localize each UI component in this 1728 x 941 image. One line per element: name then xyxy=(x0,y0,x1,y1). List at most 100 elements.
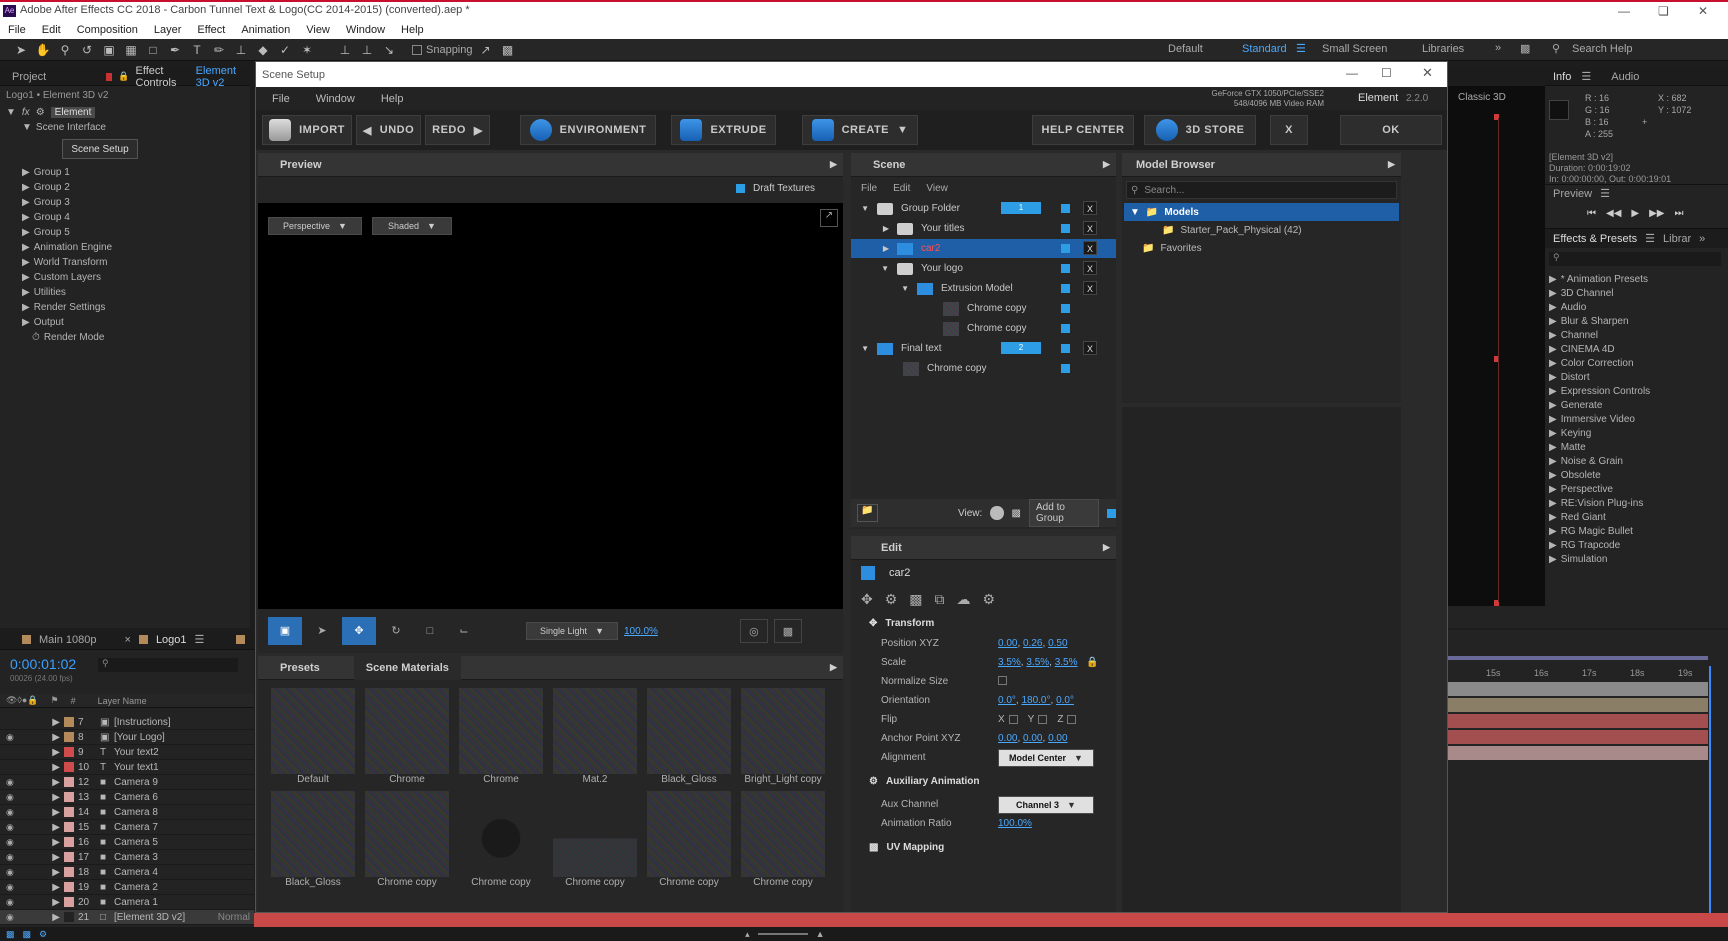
delete-item-icon[interactable]: X xyxy=(1083,241,1097,255)
scene-tree-item[interactable]: ▼ Extrusion Model X xyxy=(851,279,1116,299)
type-tool-icon[interactable]: T xyxy=(188,42,206,58)
first-frame-icon[interactable]: ⏮ xyxy=(1587,208,1596,219)
renderer-label[interactable]: Classic 3D xyxy=(1458,92,1506,103)
effect-group-item[interactable]: ▶ Animation Engine xyxy=(0,240,250,255)
group-number-dropdown[interactable]: 1 xyxy=(1001,202,1041,214)
effect-name[interactable]: Element xyxy=(50,107,96,118)
effect-category-item[interactable]: ▶ Generate xyxy=(1549,398,1724,412)
layer-row[interactable]: ◉ ▶ 8 ▣ [Your Logo] xyxy=(0,730,254,745)
layer-row[interactable]: ◉ ▶ 12 ■ Camera 9 xyxy=(0,775,254,790)
effect-category-item[interactable]: ▶ 3D Channel xyxy=(1549,286,1724,300)
material-preset[interactable]: Default xyxy=(266,688,360,785)
favorites-folder[interactable]: Favorites xyxy=(1160,243,1201,254)
eye-icon[interactable]: ◉ xyxy=(6,897,16,908)
snap-icon[interactable]: ↗ xyxy=(477,42,495,58)
layout-icon[interactable]: ▩ xyxy=(1520,42,1530,55)
workspace-menu-icon[interactable]: ☰ xyxy=(1296,42,1306,55)
scene-menu-file[interactable]: File xyxy=(861,183,877,194)
aux-channel-dropdown[interactable]: Channel 3 ▼ xyxy=(998,796,1094,814)
view-mode-dropdown[interactable]: Perspective ▼ xyxy=(268,217,362,235)
effect-category-item[interactable]: ▶ Red Giant xyxy=(1549,510,1724,524)
layer-search-input[interactable]: ⚲ xyxy=(98,658,238,672)
expand-arrow-icon[interactable]: ▶ xyxy=(1549,554,1557,565)
hand-tool-icon[interactable]: ✋ xyxy=(34,42,52,58)
expand-arrow-icon[interactable]: ▶ xyxy=(1549,540,1557,551)
visibility-checkbox[interactable] xyxy=(1061,244,1070,253)
expand-arrow-icon[interactable]: ▶ xyxy=(1549,498,1557,509)
view-texture-icon[interactable]: ▩ xyxy=(1012,508,1021,519)
effects-search-input[interactable]: ⚲ xyxy=(1549,252,1721,266)
menu-effect[interactable]: Effect xyxy=(197,24,225,36)
material-preset[interactable]: Chrome copy xyxy=(736,791,830,888)
panel-menu-icon[interactable]: ☰ xyxy=(195,633,205,646)
layer-name[interactable]: [Element 3D v2] xyxy=(114,912,185,923)
animation-ratio-value[interactable]: 100.0% xyxy=(998,818,1032,829)
models-folder[interactable]: Models xyxy=(1164,207,1198,218)
expand-arrow-icon[interactable]: ▶ xyxy=(1549,316,1557,327)
search-help-input[interactable]: Search Help xyxy=(1572,43,1633,55)
add-to-group-button[interactable]: Add to Group xyxy=(1029,499,1100,527)
close-icon[interactable]: ✕ xyxy=(1698,4,1708,18)
expand-arrow-icon[interactable]: ▶ xyxy=(16,837,60,848)
expand-arrow-icon[interactable]: ▶ xyxy=(22,242,30,253)
panel-menu-icon[interactable]: ☰ xyxy=(1581,70,1591,83)
lock-icon[interactable]: 🔒 xyxy=(118,71,129,82)
starter-pack-folder[interactable]: Starter_Pack_Physical (42) xyxy=(1180,225,1301,236)
expand-arrow-icon[interactable]: ▶ xyxy=(1549,512,1557,523)
flip-z-checkbox[interactable] xyxy=(1067,715,1077,724)
effect-category-item[interactable]: ▶ Matte xyxy=(1549,440,1724,454)
position-z[interactable]: 0.50 xyxy=(1048,638,1067,649)
tab-logo1[interactable]: Logo1 xyxy=(156,634,187,646)
expand-arrow-icon[interactable]: ▶ xyxy=(16,762,60,773)
zoom-tool-icon[interactable]: ⚲ xyxy=(56,42,74,58)
layer-row[interactable]: ◉ ▶ 14 ■ Camera 8 xyxy=(0,805,254,820)
expand-arrow-icon[interactable]: ▶ xyxy=(22,167,30,178)
effect-group-item[interactable]: ▶ Group 1 xyxy=(0,165,250,180)
puppet-tool-icon[interactable]: ✶ xyxy=(298,42,316,58)
cancel-x-button[interactable]: X xyxy=(1270,115,1308,145)
snapping-checkbox[interactable] xyxy=(412,44,422,55)
effect-category-item[interactable]: ▶ RG Magic Bullet xyxy=(1549,524,1724,538)
extrude-button[interactable]: EXTRUDE xyxy=(671,115,776,145)
target-icon[interactable]: ◎ xyxy=(739,619,768,643)
layer-name[interactable]: Camera 9 xyxy=(114,777,158,788)
expand-arrow-icon[interactable]: ▶ xyxy=(16,777,60,788)
collapse-arrow-icon[interactable]: ▼ xyxy=(22,122,32,133)
scale-x[interactable]: 3.5% xyxy=(998,657,1021,668)
expand-arrow-icon[interactable]: ▶ xyxy=(22,227,30,238)
help-center-button[interactable]: HELP CENTER xyxy=(1032,115,1134,145)
menu-view[interactable]: View xyxy=(306,24,330,36)
effect-category-item[interactable]: ▶ Expression Controls xyxy=(1549,384,1724,398)
material-preset[interactable]: Chrome copy xyxy=(454,791,548,888)
flip-x-checkbox[interactable] xyxy=(1008,715,1018,724)
effect-category-item[interactable]: ▶ RG Trapcode xyxy=(1549,538,1724,552)
anchor-x[interactable]: 0.00 xyxy=(998,733,1017,744)
redo-button[interactable]: REDO ▶ xyxy=(425,115,490,145)
expand-arrow-icon[interactable]: ▶ xyxy=(16,912,60,923)
material-preset[interactable]: Chrome copy xyxy=(548,791,642,888)
layer-name[interactable]: Camera 8 xyxy=(114,807,158,818)
effect-category-item[interactable]: ▶ Color Correction xyxy=(1549,356,1724,370)
close-icon[interactable]: ✕ xyxy=(1422,65,1433,81)
visibility-checkbox[interactable] xyxy=(1061,344,1070,353)
expand-arrow-icon[interactable]: ▶ xyxy=(1549,302,1557,313)
zoom-slider[interactable] xyxy=(757,933,808,935)
eye-icon[interactable]: ◉ xyxy=(6,882,16,893)
panel-expand-icon[interactable]: ▶ xyxy=(1103,542,1110,553)
effect-category-item[interactable]: ▶ Distort xyxy=(1549,370,1724,384)
layer-row[interactable]: ◉ ▶ 18 ■ Camera 4 xyxy=(0,865,254,880)
minimize-icon[interactable]: — xyxy=(1618,4,1630,18)
expand-arrow-icon[interactable]: ▶ xyxy=(1549,344,1557,355)
orientation-x[interactable]: 0.0° xyxy=(998,695,1016,706)
expand-arrow-icon[interactable]: ▶ xyxy=(16,747,60,758)
tab-main-1080p[interactable]: Main 1080p xyxy=(39,634,97,646)
scene-menu-edit[interactable]: Edit xyxy=(893,183,910,194)
scene-menu-view[interactable]: View xyxy=(926,183,948,194)
layer-name[interactable]: Your text2 xyxy=(114,747,159,758)
close-tab-icon[interactable]: × xyxy=(125,634,131,646)
expand-arrow-icon[interactable]: ▶ xyxy=(22,257,30,268)
scene-tree-item[interactable]: ▼ Final text 2 X xyxy=(851,339,1116,359)
zoom-in-icon[interactable]: ▲ xyxy=(816,929,825,939)
current-timecode[interactable]: 0:00:01:02 xyxy=(10,656,76,672)
anchor-y[interactable]: 0.00 xyxy=(1023,733,1042,744)
